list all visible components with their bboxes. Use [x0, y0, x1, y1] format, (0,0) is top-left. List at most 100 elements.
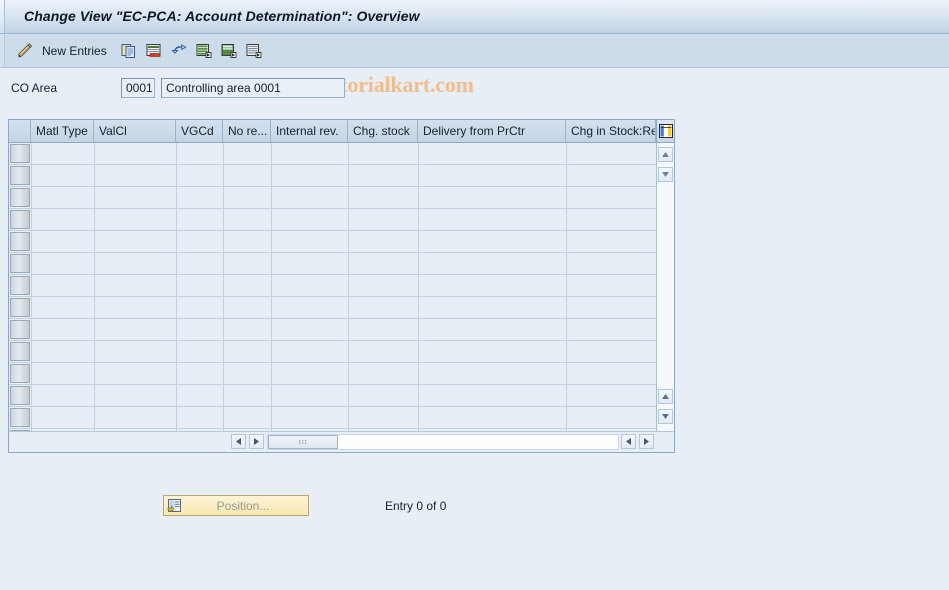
cell-internal_rev[interactable]	[273, 342, 347, 362]
cell-delivery_from_prctr[interactable]	[420, 364, 565, 384]
cell-valcl[interactable]	[96, 298, 175, 318]
table-row[interactable]	[9, 231, 656, 253]
table-horizontal-scrollbar[interactable]	[9, 431, 674, 452]
cell-internal_rev[interactable]	[273, 144, 347, 164]
table-row[interactable]	[9, 275, 656, 297]
cell-vgcd[interactable]	[178, 386, 222, 406]
column-header-no_revenue[interactable]: No re...	[223, 120, 271, 142]
cell-chg_stock[interactable]	[350, 210, 417, 230]
cell-vgcd[interactable]	[178, 276, 222, 296]
row-select-button[interactable]	[10, 232, 30, 251]
cell-vgcd[interactable]	[178, 166, 222, 186]
row-select-button[interactable]	[10, 408, 30, 427]
column-header-vgcd[interactable]: VGCd	[176, 120, 223, 142]
cell-delivery_from_prctr[interactable]	[420, 342, 565, 362]
cell-valcl[interactable]	[96, 320, 175, 340]
column-header-chg_stock[interactable]: Chg. stock	[348, 120, 418, 142]
new-entries-button[interactable]: New Entries	[42, 41, 107, 61]
cell-internal_rev[interactable]	[273, 364, 347, 384]
co-area-description-field[interactable]: Controlling area 0001	[161, 78, 345, 98]
scroll-up-button[interactable]	[658, 147, 673, 162]
cell-chg_stock[interactable]	[350, 276, 417, 296]
column-header-internal_rev[interactable]: Internal rev.	[271, 120, 348, 142]
cell-internal_rev[interactable]	[273, 166, 347, 186]
cell-delivery_from_prctr[interactable]	[420, 408, 565, 428]
cell-valcl[interactable]	[96, 210, 175, 230]
cell-vgcd[interactable]	[178, 342, 222, 362]
cell-chg_in_stock_re[interactable]	[568, 144, 655, 164]
cell-delivery_from_prctr[interactable]	[420, 276, 565, 296]
cell-chg_in_stock_re[interactable]	[568, 364, 655, 384]
row-select-button[interactable]	[10, 210, 30, 229]
cell-no_revenue[interactable]	[225, 364, 270, 384]
table-row[interactable]	[9, 407, 656, 429]
cell-valcl[interactable]	[96, 386, 175, 406]
deselect-all-button[interactable]	[245, 41, 263, 61]
cell-chg_stock[interactable]	[350, 166, 417, 186]
position-button[interactable]: Position...	[163, 495, 309, 516]
cell-matl_type[interactable]	[33, 364, 93, 384]
display-change-button[interactable]	[15, 41, 35, 61]
cell-delivery_from_prctr[interactable]	[420, 232, 565, 252]
cell-delivery_from_prctr[interactable]	[420, 298, 565, 318]
table-row[interactable]	[9, 165, 656, 187]
scroll-page-down-button[interactable]	[658, 409, 673, 424]
cell-vgcd[interactable]	[178, 232, 222, 252]
cell-chg_stock[interactable]	[350, 232, 417, 252]
cell-matl_type[interactable]	[33, 254, 93, 274]
cell-chg_stock[interactable]	[350, 364, 417, 384]
cell-internal_rev[interactable]	[273, 254, 347, 274]
scroll-right-button[interactable]	[249, 434, 264, 449]
cell-valcl[interactable]	[96, 408, 175, 428]
table-vertical-scrollbar[interactable]	[656, 143, 674, 431]
cell-no_revenue[interactable]	[225, 254, 270, 274]
cell-delivery_from_prctr[interactable]	[420, 386, 565, 406]
column-header-select[interactable]	[9, 120, 31, 142]
scroll-down-button[interactable]	[658, 167, 673, 182]
cell-matl_type[interactable]	[33, 386, 93, 406]
cell-chg_in_stock_re[interactable]	[568, 232, 655, 252]
table-row[interactable]	[9, 319, 656, 341]
cell-chg_stock[interactable]	[350, 298, 417, 318]
table-row[interactable]	[9, 187, 656, 209]
cell-valcl[interactable]	[96, 254, 175, 274]
cell-no_revenue[interactable]	[225, 408, 270, 428]
cell-no_revenue[interactable]	[225, 188, 270, 208]
row-select-button[interactable]	[10, 144, 30, 163]
row-select-button[interactable]	[10, 188, 30, 207]
table-row[interactable]	[9, 143, 656, 165]
cell-chg_in_stock_re[interactable]	[568, 188, 655, 208]
cell-internal_rev[interactable]	[273, 408, 347, 428]
cell-internal_rev[interactable]	[273, 232, 347, 252]
cell-matl_type[interactable]	[33, 320, 93, 340]
row-select-button[interactable]	[10, 342, 30, 361]
row-select-button[interactable]	[10, 298, 30, 317]
row-select-button[interactable]	[10, 386, 30, 405]
cell-valcl[interactable]	[96, 276, 175, 296]
cell-vgcd[interactable]	[178, 320, 222, 340]
scroll-left-column-button[interactable]	[621, 434, 636, 449]
cell-chg_stock[interactable]	[350, 408, 417, 428]
horizontal-scroll-thumb[interactable]	[268, 435, 338, 449]
cell-chg_in_stock_re[interactable]	[568, 254, 655, 274]
cell-vgcd[interactable]	[178, 254, 222, 274]
cell-chg_in_stock_re[interactable]	[568, 408, 655, 428]
cell-matl_type[interactable]	[33, 210, 93, 230]
cell-vgcd[interactable]	[178, 364, 222, 384]
cell-matl_type[interactable]	[33, 232, 93, 252]
cell-valcl[interactable]	[96, 188, 175, 208]
column-header-valcl[interactable]: ValCl	[94, 120, 176, 142]
column-header-chg_in_stock_re[interactable]: Chg in Stock:Re	[566, 120, 656, 142]
cell-chg_stock[interactable]	[350, 342, 417, 362]
delete-row-button[interactable]	[145, 41, 163, 61]
cell-valcl[interactable]	[96, 166, 175, 186]
select-all-button[interactable]	[195, 41, 213, 61]
horizontal-scroll-track[interactable]	[267, 434, 619, 450]
cell-vgcd[interactable]	[178, 210, 222, 230]
cell-matl_type[interactable]	[33, 342, 93, 362]
cell-chg_in_stock_re[interactable]	[568, 386, 655, 406]
column-header-matl_type[interactable]: Matl Type	[31, 120, 94, 142]
table-row[interactable]	[9, 385, 656, 407]
cell-no_revenue[interactable]	[225, 232, 270, 252]
table-row[interactable]	[9, 363, 656, 385]
